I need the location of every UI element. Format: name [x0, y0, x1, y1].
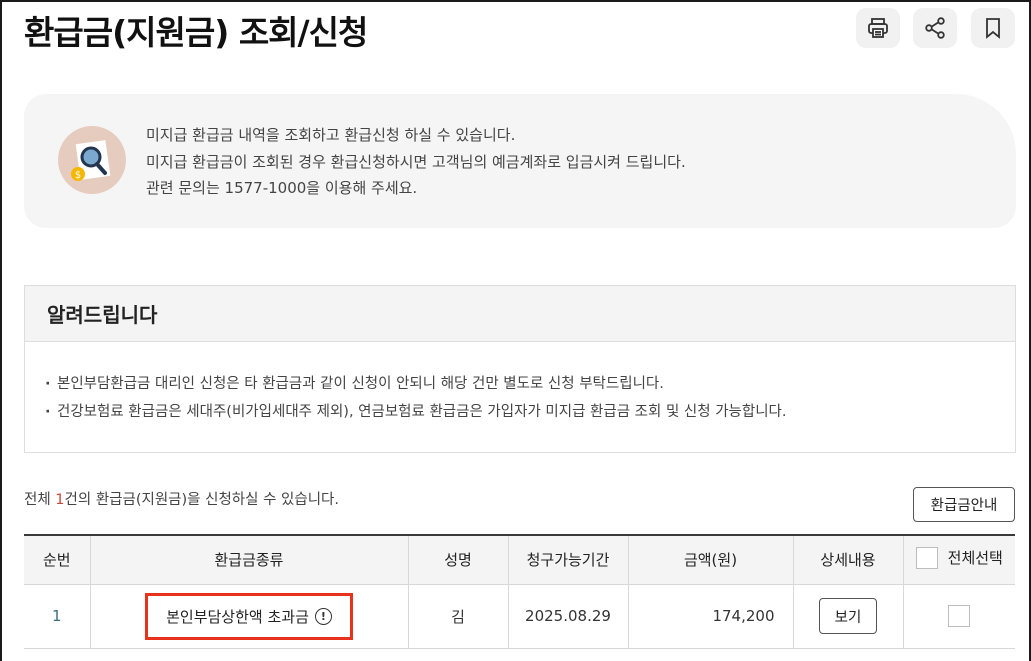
bookmark-icon	[986, 18, 1000, 39]
cell-no: 1	[24, 584, 90, 649]
info-line-1: 미지급 환급금 내역을 조회하고 환급신청 하실 수 있습니다.	[146, 126, 516, 144]
printer-icon	[868, 18, 888, 38]
select-all-label: 전체선택	[947, 549, 1003, 568]
cell-type: 본인부담상한액 초과금 !	[89, 584, 408, 649]
svg-text:$: $	[75, 170, 81, 181]
info-line-2: 미지급 환급금이 조회된 경우 환급신청하시면 고객님의 예금계좌로 입금시켜 …	[146, 152, 686, 171]
result-count: 전체 1건의 환급금(지원금)을 신청하실 수 있습니다.	[24, 488, 339, 509]
print-button[interactable]	[856, 8, 900, 48]
select-all-control[interactable]: 전체선택	[915, 546, 1003, 569]
cell-period: 2025.08.29	[507, 584, 628, 649]
cell-amount: 174,200	[627, 584, 793, 649]
search-refund-icon: $	[58, 126, 126, 194]
cell-detail: 보기	[792, 584, 903, 649]
share-button[interactable]	[913, 8, 957, 48]
highlighted-refund-type[interactable]: 본인부담상한액 초과금 !	[145, 592, 353, 640]
count-suffix: 건의 환급금(지원금)을 신청하실 수 있습니다.	[64, 492, 340, 508]
notice-item: 건강보험료 환급금은 세대주(비가입세대주 제외), 연금보험료 환급금은 가입…	[45, 398, 1015, 426]
table-header-row: 순번 환급금종류 성명 청구가능기간 금액(원) 상세내용 전체선택	[24, 535, 1015, 585]
row-select-checkbox[interactable]	[948, 605, 971, 627]
notice-item: 본인부담환급금 대리인 신청은 타 환급금과 같이 신청이 안되니 해당 건만 …	[45, 370, 1015, 398]
col-header-select: 전체선택	[902, 535, 1015, 585]
col-header-period: 청구가능기간	[507, 535, 628, 585]
col-header-amount: 금액(원)	[627, 535, 793, 585]
info-exclamation-icon[interactable]: !	[314, 607, 332, 625]
cell-select	[902, 584, 1015, 649]
notice-heading: 알려드립니다	[25, 286, 1015, 342]
bookmark-button[interactable]	[971, 8, 1015, 48]
count-prefix: 전체	[24, 492, 56, 508]
col-header-type: 환급금종류	[89, 535, 408, 585]
share-icon	[925, 17, 945, 39]
col-header-no: 순번	[24, 535, 90, 585]
refund-type-label: 본인부담상한액 초과금	[166, 607, 309, 626]
notice-list: 본인부담환급금 대리인 신청은 타 환급금과 같이 신청이 안되니 해당 건만 …	[25, 342, 1015, 426]
select-all-checkbox[interactable]	[915, 546, 938, 569]
refund-guide-button[interactable]: 환급금안내	[913, 487, 1015, 522]
info-box: $ 미지급 환급금 내역을 조회하고 환급신청 하실 수 있습니다. 미지급 환…	[24, 94, 1016, 228]
info-line-3: 관련 문의는 1577-1000을 이용해 주세요.	[146, 179, 418, 197]
refund-table: 순번 환급금종류 성명 청구가능기간 금액(원) 상세내용 전체선택 1 본인부…	[24, 534, 1015, 649]
col-header-name: 성명	[407, 535, 508, 585]
page-title: 환급금(지원금) 조회/신청	[24, 13, 368, 52]
view-detail-button[interactable]: 보기	[819, 598, 877, 634]
table-row: 1 본인부담상한액 초과금 ! 김 2025.08.29 174,200 보기	[24, 584, 1015, 649]
notice-box: 알려드립니다 본인부담환급금 대리인 신청은 타 환급금과 같이 신청이 안되니…	[24, 285, 1016, 453]
col-header-detail: 상세내용	[792, 535, 903, 585]
cell-name: 김	[407, 584, 508, 649]
count-number: 1	[55, 492, 65, 508]
